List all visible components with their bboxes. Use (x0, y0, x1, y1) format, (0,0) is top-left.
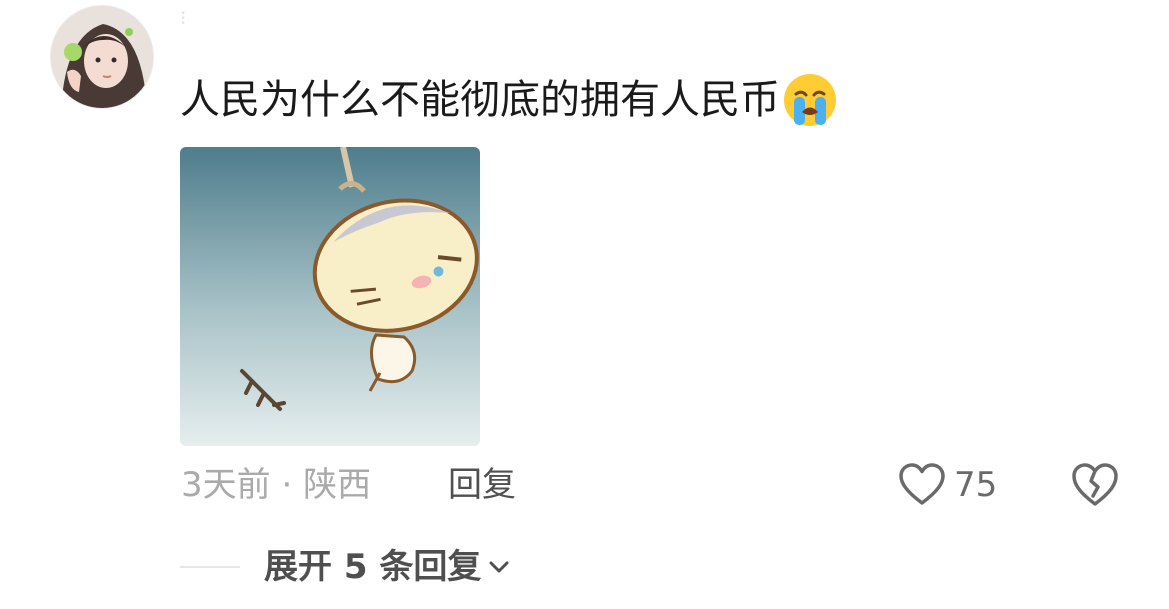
sticker-image[interactable] (180, 147, 480, 446)
user-avatar[interactable] (50, 5, 154, 109)
like-button[interactable]: 75 (898, 458, 997, 512)
divider (180, 566, 240, 568)
comment-location: 陕西 (303, 465, 372, 505)
expand-replies-row: 展开 5 条回复 (180, 540, 513, 594)
comment-body: 人民为什么不能彻底的拥有人民币 (180, 74, 838, 126)
comment-meta: 3天前 · 陕西 (181, 458, 371, 512)
comment-time: 3天前 (181, 465, 271, 505)
expand-replies-button[interactable]: 展开 5 条回复 (264, 540, 513, 594)
chevron-down-icon (489, 561, 509, 573)
dislike-button[interactable] (1070, 460, 1120, 510)
broken-heart-icon (1072, 463, 1118, 506)
comment-text: 人民为什么不能彻底的拥有人民币 (180, 77, 780, 123)
like-count: 75 (954, 465, 998, 505)
expand-replies-label: 展开 5 条回复 (264, 547, 482, 587)
meta-separator: · (281, 465, 293, 505)
reply-button[interactable]: 回复 (448, 458, 516, 512)
heart-outline-icon (899, 463, 945, 505)
loudly-crying-face-icon (784, 74, 836, 126)
username-placeholder: ⁝ (180, 6, 187, 30)
